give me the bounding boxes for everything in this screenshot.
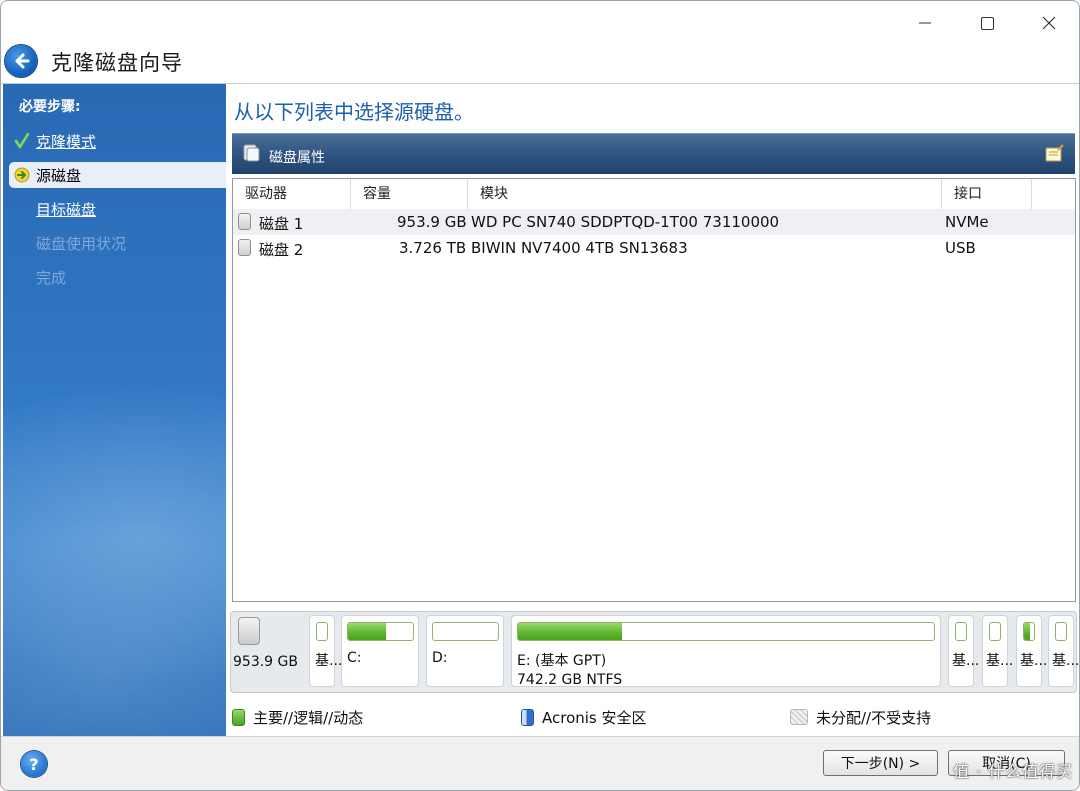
partition-usage-fill (348, 623, 386, 640)
column-header-capacity[interactable]: 容量 (351, 179, 468, 209)
partition-usage-bar (1023, 622, 1035, 641)
partition-usage-bar (989, 622, 1001, 641)
disk-capacity: 3.726 TB (399, 239, 467, 257)
partition-block[interactable]: D: (426, 615, 504, 687)
title-bar: 克隆磁盘向导 (1, 1, 1079, 84)
disk-interface: USB (945, 239, 976, 257)
maximize-icon (980, 16, 994, 30)
partition-usage-bar (316, 622, 328, 641)
next-button[interactable]: 下一步(N) > (823, 750, 938, 776)
partition-usage-bar (432, 622, 499, 641)
back-button[interactable] (5, 45, 37, 77)
hard-disk-icon (238, 239, 251, 256)
step-label: 源磁盘 (36, 166, 82, 185)
partition-block[interactable]: 基... (948, 615, 979, 687)
disk-properties-icon (243, 144, 260, 162)
disk-row[interactable]: 磁盘 1 953.9 GB WD PC SN740 SDDPTQD-1T00 7… (233, 209, 1075, 235)
legend-swatch (790, 709, 808, 725)
legend-secure-zone: Acronis 安全区 (521, 707, 647, 727)
partition-block[interactable]: C: (341, 615, 419, 687)
partition-block[interactable]: 基... (982, 615, 1013, 687)
disk-total-size: 953.9 GB (233, 654, 298, 670)
partition-label: 基... (986, 653, 1014, 669)
column-header-drive[interactable]: 驱动器 (233, 179, 351, 209)
partition-usage-bar (517, 622, 935, 641)
partition-usage-bar (347, 622, 414, 641)
legend-swatch (232, 708, 245, 726)
partition-map: 953.9 GB 基... C: D: E: (基本 GPT) 742.2 GB… (230, 611, 1079, 693)
partition-usage-fill (1024, 623, 1030, 640)
properties-panel-icon[interactable] (1045, 144, 1065, 162)
disk-properties-bar[interactable]: 磁盘属性 (232, 133, 1075, 174)
disk-list-header: 驱动器 容量 模块 接口 (233, 179, 1075, 210)
page-title: 从以下列表中选择源硬盘。 (234, 100, 474, 124)
disk-interface: NVMe (945, 213, 989, 231)
wizard-title: 克隆磁盘向导 (51, 51, 183, 75)
close-icon (1042, 16, 1056, 30)
wizard-footer: ? 下一步(N) > 取消(C) (1, 736, 1079, 790)
column-header-interface[interactable]: 接口 (942, 179, 1032, 209)
disk-drive-name: 磁盘 2 (259, 241, 304, 259)
step-disk-usage: 磁盘使用状况 (9, 230, 226, 256)
back-arrow-icon (15, 53, 30, 69)
legend-label: 未分配//不受支持 (816, 708, 932, 727)
site-watermark: 值 · 什么值得买 (953, 762, 1074, 781)
step-clone-mode[interactable]: 克隆模式 (9, 128, 226, 154)
partition-block[interactable]: E: (基本 GPT) 742.2 GB NTFS (511, 615, 941, 688)
partition-label: E: (基本 GPT) (517, 653, 607, 669)
legend-swatch (521, 708, 534, 726)
partition-detail: 742.2 GB NTFS (517, 672, 623, 688)
partition-block[interactable]: 基... (1016, 615, 1047, 687)
step-label: 磁盘使用状况 (36, 234, 127, 253)
help-button[interactable]: ? (21, 751, 47, 777)
step-label: 克隆模式 (36, 132, 97, 151)
disk-row[interactable]: 磁盘 2 3.726 TB BIWIN NV7400 4TB SN13683 U… (233, 235, 1075, 261)
partition-label: 基... (1052, 653, 1080, 669)
partition-label: D: (432, 650, 448, 666)
step-source-disk[interactable]: 源磁盘 (9, 162, 226, 188)
step-label: 目标磁盘 (36, 200, 97, 219)
legend-primary: 主要//逻辑//动态 (232, 707, 363, 727)
partition-label: C: (347, 650, 362, 666)
help-icon: ? (29, 754, 39, 774)
source-disk-list[interactable]: 驱动器 容量 模块 接口 磁盘 1 953.9 GB WD PC SN740 S… (232, 178, 1076, 602)
step-label: 完成 (36, 268, 67, 287)
column-header-model[interactable]: 模块 (468, 179, 942, 209)
disk-properties-label: 磁盘属性 (269, 150, 325, 166)
partition-block[interactable]: 基... (309, 615, 342, 687)
partition-usage-bar (1055, 622, 1067, 641)
hard-disk-icon (238, 213, 251, 230)
partition-usage-fill (518, 623, 622, 640)
checkmark-icon (13, 132, 31, 150)
partition-label: 基... (952, 653, 980, 669)
current-step-arrow-icon (13, 166, 31, 184)
partition-label: 基... (1020, 653, 1048, 669)
hard-disk-icon (238, 617, 260, 645)
partition-usage-bar (955, 622, 967, 641)
maximize-button[interactable] (967, 11, 1007, 35)
minimize-button[interactable] (905, 11, 945, 35)
disk-model: WD PC SN740 SDDPTQD-1T00 73110000 (471, 213, 780, 231)
disk-model: BIWIN NV7400 4TB SN13683 (471, 239, 688, 257)
minimize-icon (919, 22, 931, 24)
clone-disk-wizard-window: 克隆磁盘向导 必要步骤: 克隆模式 源磁盘 目标磁盘 磁盘使用状况 完成 从以下… (0, 0, 1080, 791)
disk-capacity: 953.9 GB (397, 213, 467, 231)
legend-label: Acronis 安全区 (542, 708, 647, 727)
legend-unallocated: 未分配//不受支持 (790, 707, 931, 727)
steps-heading: 必要步骤: (19, 99, 81, 115)
partition-block[interactable]: 基... (1048, 615, 1079, 687)
partition-label: 基... (315, 653, 343, 669)
step-target-disk[interactable]: 目标磁盘 (9, 196, 226, 222)
disk-drive-name: 磁盘 1 (259, 215, 304, 233)
step-finish: 完成 (9, 264, 226, 290)
close-button[interactable] (1029, 11, 1069, 35)
legend-label: 主要//逻辑//动态 (253, 708, 364, 727)
steps-sidebar: 必要步骤: 克隆模式 源磁盘 目标磁盘 磁盘使用状况 完成 (3, 84, 226, 736)
